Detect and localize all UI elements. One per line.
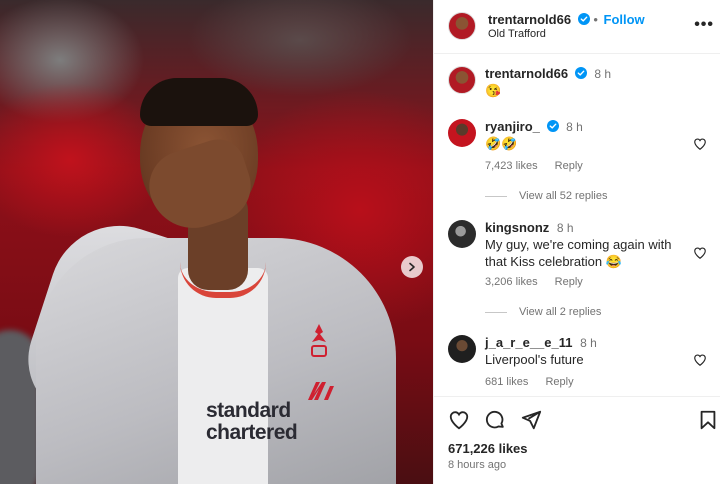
view-replies-button[interactable]: View all 52 replies [485,190,607,202]
send-icon[interactable] [520,409,542,431]
comment-meta: 3,206 likes Reply [485,276,597,288]
photo-shirt-sponsor: standard chartered [206,399,298,444]
heart-icon[interactable] [448,409,470,431]
verified-badge-icon [546,120,559,132]
heart-icon[interactable] [693,353,707,367]
comment-text: 🤣🤣 [485,136,518,151]
photo-kit-logo [306,380,336,409]
comment-meta: 681 likes Reply [485,376,588,388]
caption-avatar[interactable] [448,66,476,94]
separator-dot: • [593,12,602,27]
replies-divider [485,195,507,197]
reply-button[interactable]: Reply [555,276,583,288]
reply-button[interactable]: Reply [545,376,573,388]
caption-time: 8 h [594,67,612,81]
next-photo-button[interactable] [401,256,423,278]
comment-text: My guy, we're coming again with that Kis… [485,237,672,269]
comment-avatar[interactable] [448,119,476,147]
verified-badge-icon [577,13,590,25]
post-actions: 671,226 likes 8 hours ago [434,396,720,484]
reply-button[interactable]: Reply [555,160,583,172]
post-photo[interactable]: standard chartered [0,0,433,484]
comment-avatar[interactable] [448,335,476,363]
comment-avatar[interactable] [448,220,476,248]
post-location[interactable]: Old Trafford [488,28,546,40]
view-replies-label: View all 52 replies [519,190,608,202]
comment-username[interactable]: j_a_r_e__e_11 [485,335,572,350]
caption-text: 😘 [485,83,502,98]
photo-player-shirt [178,268,268,484]
author-line: trentarnold66 • Follow [488,12,645,27]
comment-time: 8 h [580,336,597,350]
comment-time: 8 h [566,120,583,134]
caption-username[interactable]: trentarnold66 [485,66,568,81]
comment-username[interactable]: ryanjiro_ [485,119,540,134]
comment-likes[interactable]: 681 likes [485,376,528,388]
photo-club-crest [308,322,330,364]
author-avatar[interactable] [448,12,476,40]
post-likes-count[interactable]: 671,226 likes [448,441,528,456]
heart-icon[interactable] [693,246,707,260]
comment-text: Liverpool's future [485,352,584,367]
comment-meta: 7,423 likes Reply [485,160,597,172]
comment-time: 8 h [556,221,574,235]
heart-icon[interactable] [693,137,707,151]
post-time[interactable]: 8 hours ago [448,459,506,471]
follow-button[interactable]: Follow [604,12,645,27]
view-replies-label: View all 2 replies [519,306,602,318]
comment-likes[interactable]: 7,423 likes [485,160,538,172]
author-username[interactable]: trentarnold66 [488,12,571,27]
comment-icon[interactable] [484,409,506,431]
replies-divider [485,311,507,313]
post-sidebar: trentarnold66 • Follow Old Trafford ••• … [433,0,720,484]
verified-badge-icon [574,67,587,79]
chevron-right-icon [409,262,415,272]
comment-likes[interactable]: 3,206 likes [485,276,538,288]
post-header: trentarnold66 • Follow Old Trafford ••• [434,0,720,54]
bookmark-icon[interactable] [697,409,719,431]
more-options-icon[interactable]: ••• [694,16,714,34]
view-replies-button[interactable]: View all 2 replies [485,306,601,318]
comment-username[interactable]: kingsnonz [485,220,549,235]
photo-player-hair [140,78,258,126]
